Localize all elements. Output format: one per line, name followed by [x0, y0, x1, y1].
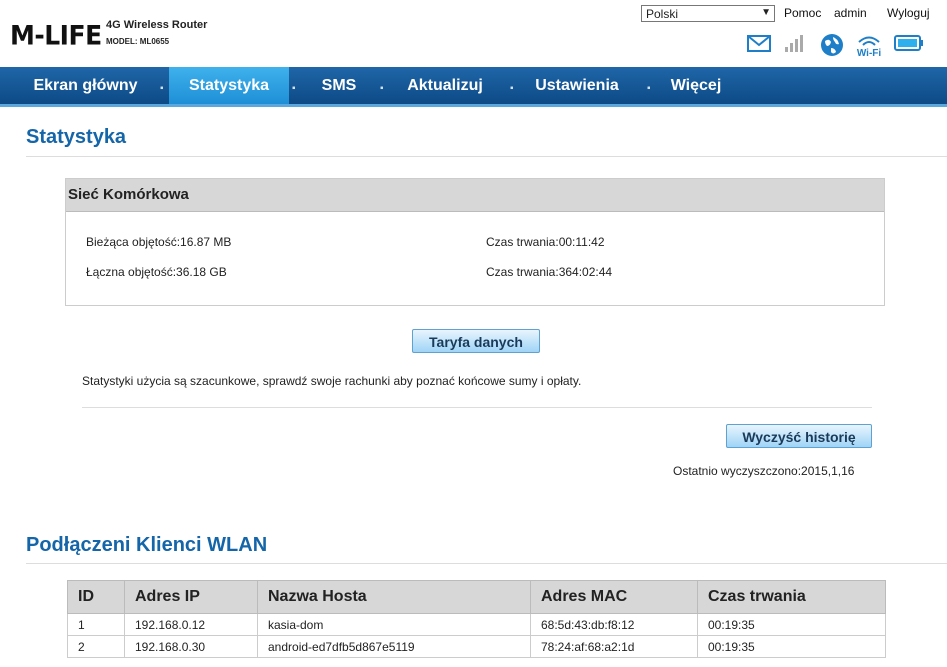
wlan-title: Podłączeni Klienci WLAN	[26, 534, 268, 556]
col-ip: Adres IP	[124, 580, 258, 614]
panel-title: Sieć Komórkowa	[66, 179, 884, 212]
cell-id: 1	[67, 613, 125, 636]
product-name: 4G Wireless Router	[106, 19, 208, 31]
cell-duration: 00:19:35	[697, 635, 886, 658]
nav-update[interactable]: Aktualizuj	[392, 67, 498, 104]
nav-statistics[interactable]: Statystyka	[169, 67, 289, 104]
help-link[interactable]: Pomoc	[784, 6, 821, 20]
clear-history-button[interactable]: Wyczyść historię	[726, 424, 872, 448]
wifi-icon: Wi-Fi	[857, 36, 882, 57]
cell-host: kasia-dom	[257, 613, 531, 636]
total-duration: Czas trwania:364:02:44	[486, 265, 613, 279]
wlan-divider	[26, 563, 947, 564]
note-divider	[82, 407, 872, 408]
language-selected: Polski	[646, 7, 679, 21]
usage-note: Statystyki użycia są szacunkowe, sprawdź…	[82, 374, 582, 388]
signal-icon	[785, 35, 803, 52]
table-header-row: ID Adres IP Nazwa Hosta Adres MAC Czas t…	[67, 580, 886, 614]
cell-mac: 78:24:af:68:a2:1d	[530, 635, 698, 658]
wlan-clients-table: ID Adres IP Nazwa Hosta Adres MAC Czas t…	[67, 580, 886, 658]
nav-settings[interactable]: Ustawienia	[521, 67, 633, 104]
cell-duration: 00:19:35	[697, 613, 886, 636]
current-volume: Bieżąca objętość:16.87 MB	[86, 235, 232, 249]
envelope-icon[interactable]	[746, 33, 772, 53]
battery-icon	[894, 35, 923, 51]
nav-separator: ▪	[647, 83, 651, 94]
globe-icon	[821, 34, 843, 56]
cell-mac: 68:5d:43:db:f8:12	[530, 613, 698, 636]
nav-home[interactable]: Ekran główny	[18, 67, 153, 104]
svg-text:Wi-Fi: Wi-Fi	[857, 48, 882, 57]
header: M-LIFE 4G Wireless Router MODEL: ML0655 …	[0, 0, 947, 67]
col-id: ID	[67, 580, 125, 614]
last-cleared: Ostatnio wyczyszczono:2015,1,16	[673, 464, 855, 478]
nav-sms[interactable]: SMS	[305, 67, 373, 104]
col-mac: Adres MAC	[530, 580, 698, 614]
cell-host: android-ed7dfb5d867e5119	[257, 635, 531, 658]
nav-separator: ▪	[160, 83, 164, 94]
table-row: 1 192.168.0.12 kasia-dom 68:5d:43:db:f8:…	[67, 613, 886, 636]
page-title: Statystyka	[26, 126, 127, 148]
status-icons: Wi-Fi	[746, 33, 926, 57]
chevron-down-icon: ▼	[761, 7, 771, 18]
data-tariff-button[interactable]: Taryfa danych	[412, 329, 540, 353]
total-volume: Łączna objętość:36.18 GB	[86, 265, 227, 279]
cell-ip: 192.168.0.12	[124, 613, 258, 636]
model-label: MODEL: ML0655	[106, 37, 170, 46]
nav-more[interactable]: Więcej	[657, 67, 735, 104]
logout-link[interactable]: Wyloguj	[887, 6, 930, 20]
col-host: Nazwa Hosta	[257, 580, 531, 614]
cell-ip: 192.168.0.30	[124, 635, 258, 658]
user-link[interactable]: admin	[834, 6, 867, 20]
nav-separator: ▪	[292, 83, 296, 94]
cell-id: 2	[67, 635, 125, 658]
nav-separator: ▪	[380, 83, 384, 94]
current-duration: Czas trwania:00:11:42	[486, 235, 605, 249]
main-nav: Ekran główny ▪ Statystyka ▪ SMS ▪ Aktual…	[0, 67, 947, 107]
title-divider	[26, 156, 947, 157]
brand-logo: M-LIFE	[10, 20, 102, 51]
nav-separator: ▪	[510, 83, 514, 94]
table-row: 2 192.168.0.30 android-ed7dfb5d867e5119 …	[67, 635, 886, 658]
language-select[interactable]: Polski ▼	[641, 5, 775, 22]
col-duration: Czas trwania	[697, 580, 886, 614]
